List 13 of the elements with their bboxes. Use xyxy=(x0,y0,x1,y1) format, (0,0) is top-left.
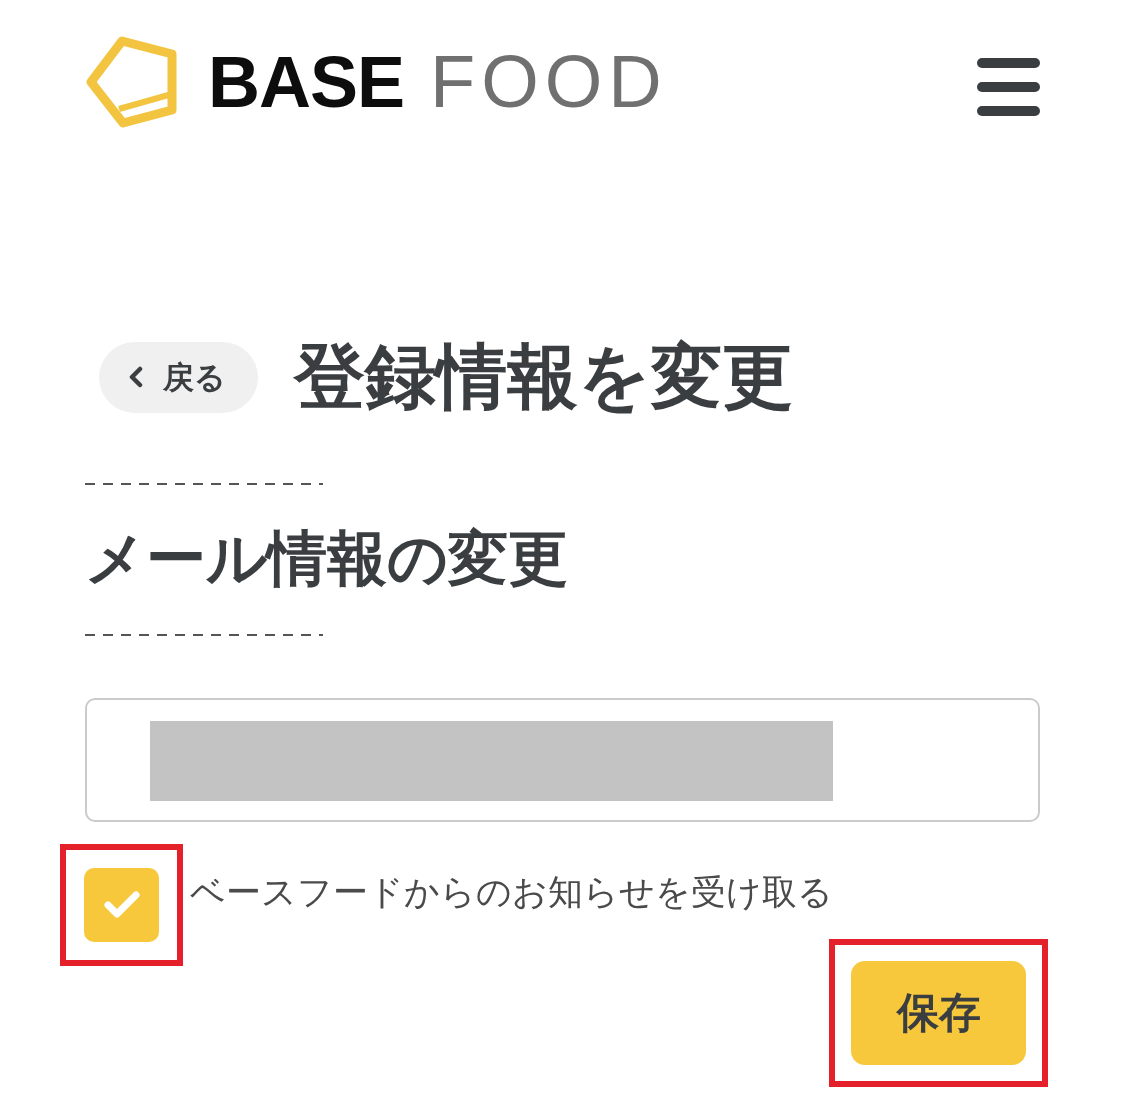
checkbox-label: ベースフードからのお知らせを受け取る xyxy=(190,871,833,914)
back-button[interactable]: 戻る xyxy=(99,341,258,413)
logo-text: BASE xyxy=(208,46,405,118)
page-title: 登録情報を変更 xyxy=(294,334,793,420)
email-input-field[interactable] xyxy=(85,698,1040,822)
pentagon-logo-icon xyxy=(85,35,178,129)
checkbox[interactable] xyxy=(84,868,159,942)
menu-icon[interactable] xyxy=(977,58,1040,116)
checkmark-icon xyxy=(103,891,140,919)
save-button[interactable]: 保存 xyxy=(851,961,1026,1065)
logo-text: FOOD xyxy=(430,45,668,119)
chevron-left-icon xyxy=(129,366,143,388)
section-heading: メール情報の変更 xyxy=(85,522,569,594)
